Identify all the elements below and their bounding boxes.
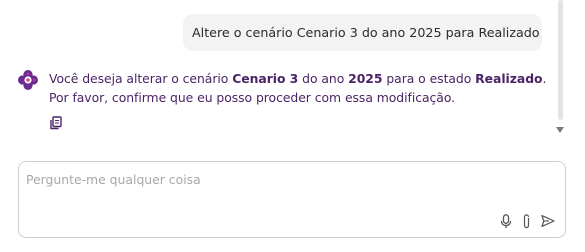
assistant-text-year: 2025 <box>348 71 383 86</box>
assistant-message-text: Você deseja alterar o cenário Cenario 3 … <box>49 69 549 107</box>
assistant-text-part: para o estado <box>382 71 476 86</box>
chat-input-box <box>18 161 566 238</box>
scroll-down-arrow-icon[interactable] <box>556 127 564 133</box>
assistant-text-part: Você deseja alterar o cenário <box>49 71 233 86</box>
assistant-logo-icon <box>18 70 38 90</box>
user-message-bubble: Altere o cenário Cenario 3 do ano 2025 p… <box>183 14 542 51</box>
microphone-icon[interactable] <box>499 213 513 229</box>
copy-icon[interactable] <box>49 116 63 130</box>
chat-window: Altere o cenário Cenario 3 do ano 2025 p… <box>0 0 585 252</box>
user-message-text: Altere o cenário Cenario 3 do ano 2025 p… <box>192 25 540 40</box>
assistant-text-status: Realizado <box>475 71 543 86</box>
send-icon[interactable] <box>541 213 555 229</box>
assistant-text-scenario: Cenario 3 <box>232 71 299 86</box>
scrollbar-thumb[interactable] <box>558 0 563 120</box>
message-list: Altere o cenário Cenario 3 do ano 2025 p… <box>0 0 585 145</box>
chat-scrollbar[interactable] <box>555 0 565 140</box>
chat-input[interactable] <box>26 168 496 190</box>
assistant-text-part: do ano <box>298 71 349 86</box>
paperclip-icon[interactable] <box>520 213 534 229</box>
input-actions <box>499 213 555 229</box>
